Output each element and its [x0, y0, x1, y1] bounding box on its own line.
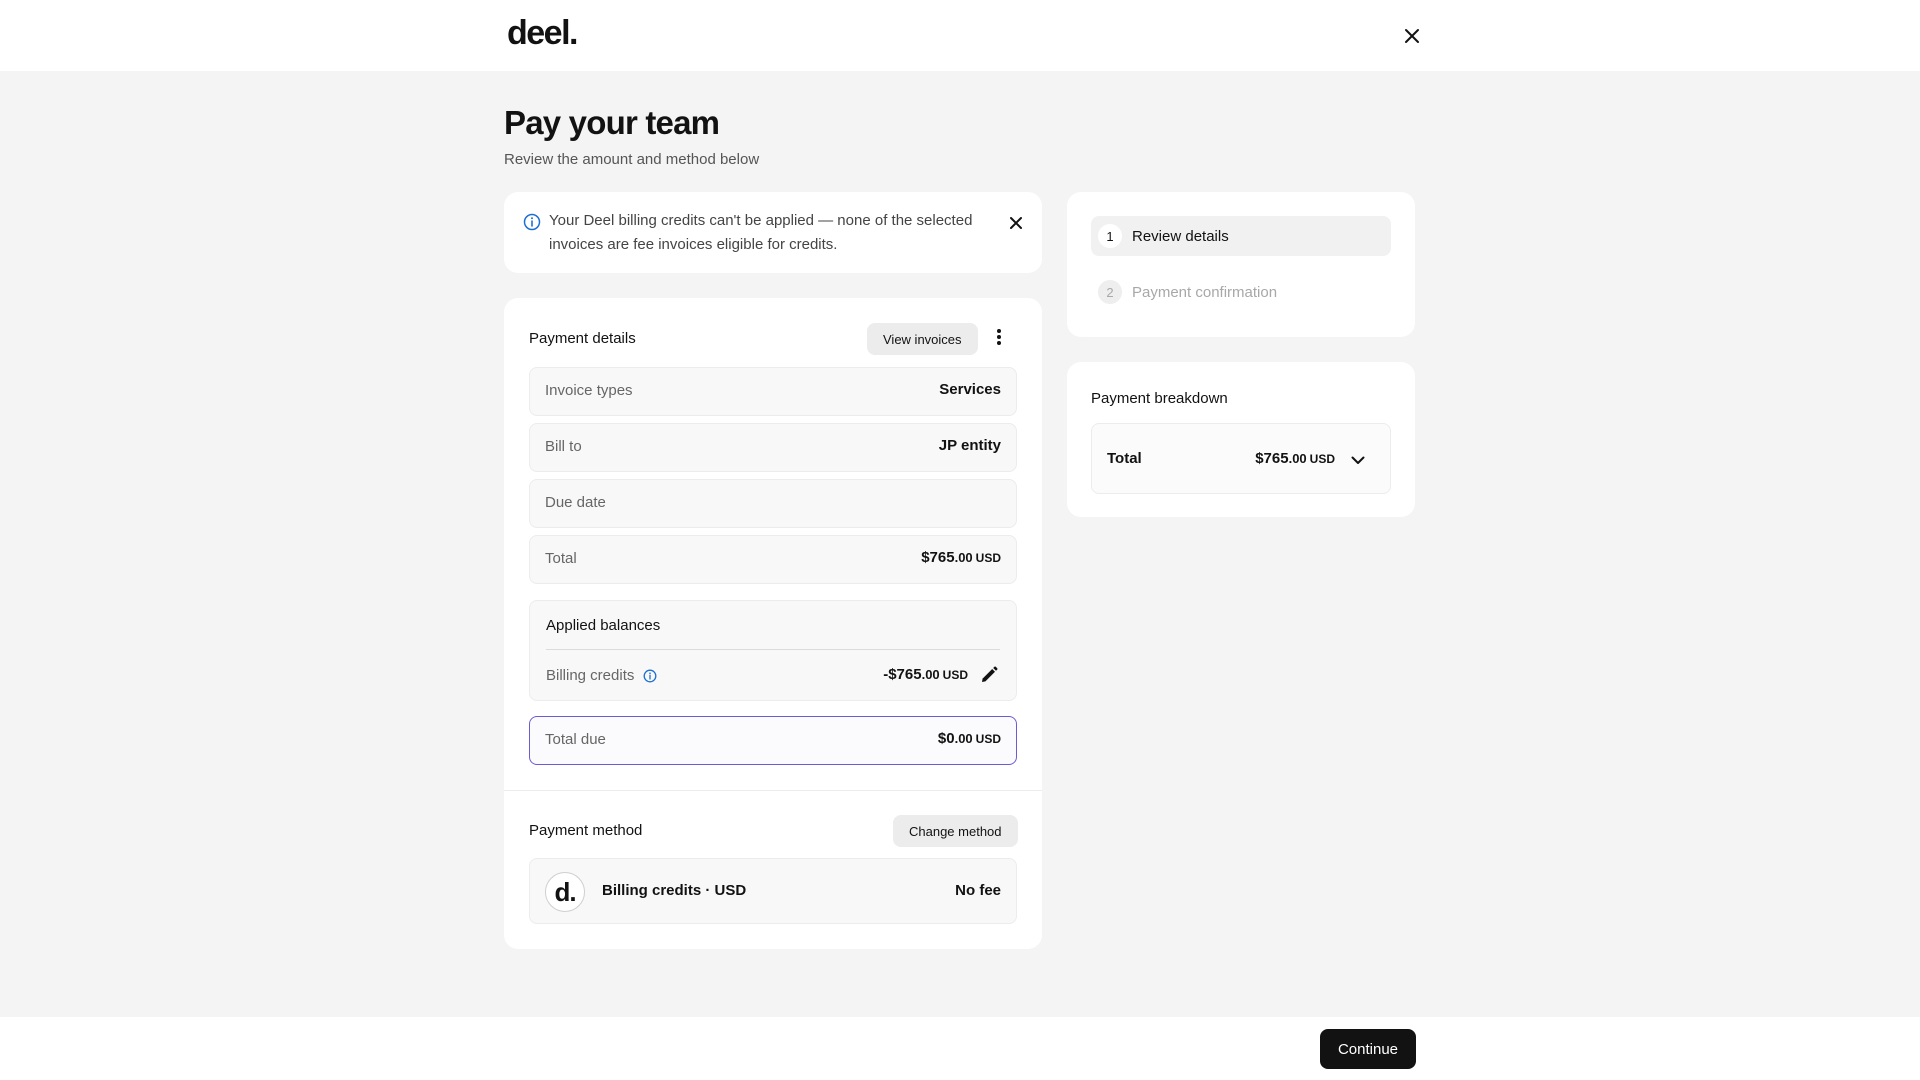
amount-cents: .00: [954, 731, 973, 746]
amount-dollars: $765: [1255, 450, 1289, 467]
page-title: Pay your team: [504, 104, 720, 141]
billing-credits-text: Billing credits: [546, 667, 635, 684]
amount-cents: .00: [1288, 451, 1307, 466]
amount-cents: .00: [921, 667, 940, 682]
bill-to-row: Bill to JP entity: [529, 423, 1017, 472]
close-icon[interactable]: [1004, 211, 1028, 235]
breakdown-total-row[interactable]: Total $765.00 USD: [1091, 423, 1391, 494]
total-due-amount: $0.00 USD: [938, 730, 1001, 747]
divider: [546, 649, 1000, 650]
footer-bar: Continue: [0, 1017, 1920, 1080]
view-invoices-button[interactable]: View invoices: [867, 323, 978, 355]
payment-details-card: Payment details View invoices Invoice ty…: [504, 298, 1042, 949]
alert-message: Your Deel billing credits can't be appli…: [549, 212, 973, 253]
payment-breakdown-title: Payment breakdown: [1091, 390, 1228, 407]
payment-method-fee: No fee: [955, 882, 1001, 899]
payment-method-row[interactable]: d. Billing credits · USD No fee: [529, 858, 1017, 924]
page-subtitle: Review the amount and method below: [504, 151, 760, 168]
row-label: Total due: [545, 731, 606, 748]
close-icon[interactable]: [1398, 22, 1426, 50]
total-due-row: Total due $0.00 USD: [529, 716, 1017, 765]
amount-dollars: $0: [937, 730, 955, 747]
invoice-types-row: Invoice types Services: [529, 367, 1017, 416]
payment-method-title: Payment method: [529, 822, 643, 839]
step-payment-confirmation: 2 Payment confirmation: [1091, 272, 1391, 312]
chevron-down-icon[interactable]: [1348, 450, 1368, 470]
amount-dollars: -$765: [883, 666, 922, 683]
top-bar: deel.: [0, 0, 1920, 71]
step-number: 2: [1098, 280, 1122, 304]
billing-credits-label: Billing credits: [546, 667, 657, 684]
amount-currency: USD: [942, 668, 968, 682]
due-date-row: Due date: [529, 479, 1017, 528]
amount-currency: USD: [975, 732, 1001, 746]
steps-card: 1 Review details 2 Payment confirmation: [1067, 192, 1415, 337]
amount-currency: USD: [1309, 452, 1335, 466]
row-label: Invoice types: [545, 382, 633, 399]
breakdown-total-label: Total: [1107, 450, 1142, 467]
amount-cents: .00: [954, 550, 973, 565]
row-value: JP entity: [938, 437, 1001, 454]
deel-logo[interactable]: deel.: [507, 14, 578, 53]
total-row: Total $765.00 USD: [529, 535, 1017, 584]
row-label: Due date: [545, 494, 606, 511]
payment-breakdown-card: Payment breakdown Total $765.00 USD: [1067, 362, 1415, 517]
total-amount: $765.00 USD: [921, 549, 1001, 566]
step-label: Payment confirmation: [1132, 283, 1278, 301]
billing-credits-amount: -$765.00 USD: [883, 666, 968, 683]
continue-button[interactable]: Continue: [1320, 1029, 1416, 1069]
step-review-details[interactable]: 1 Review details: [1091, 216, 1391, 256]
deel-logo-icon: d.: [545, 872, 585, 912]
row-label: Bill to: [545, 438, 582, 455]
info-icon[interactable]: [643, 669, 657, 683]
applied-balances: Applied balances Billing credits -$765.0…: [529, 600, 1017, 701]
amount-currency: USD: [975, 551, 1001, 565]
step-label: Review details: [1132, 227, 1229, 245]
payment-details-title: Payment details: [529, 330, 636, 347]
pencil-icon[interactable]: [978, 664, 1000, 686]
change-method-button[interactable]: Change method: [893, 815, 1018, 847]
info-icon: [523, 213, 541, 236]
row-label: Total: [545, 550, 577, 567]
credits-alert: Your Deel billing credits can't be appli…: [504, 192, 1042, 273]
amount-dollars: $765: [921, 549, 955, 566]
kebab-menu-icon[interactable]: [988, 326, 1010, 348]
step-number: 1: [1098, 224, 1122, 248]
payment-method-name: Billing credits · USD: [602, 882, 747, 899]
breakdown-total-amount: $765.00 USD: [1255, 450, 1335, 467]
applied-balances-title: Applied balances: [546, 617, 661, 634]
section-divider: [504, 790, 1042, 791]
row-value: Services: [939, 381, 1001, 398]
